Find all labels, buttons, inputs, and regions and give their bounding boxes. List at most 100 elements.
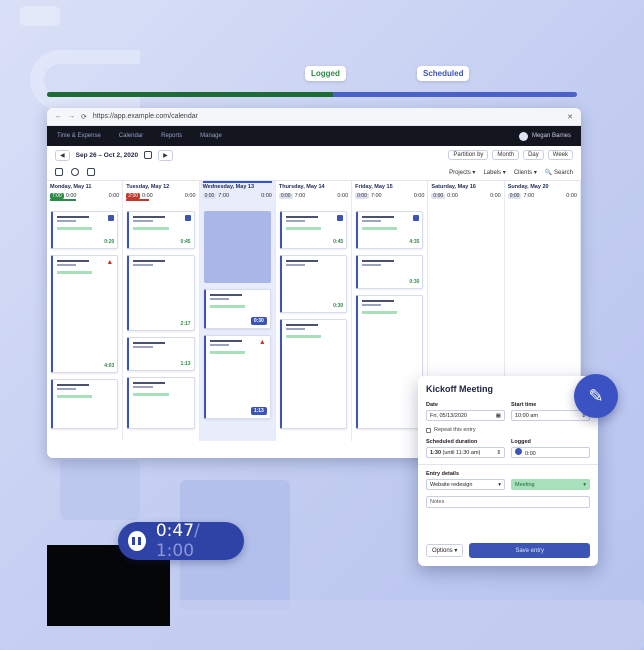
entry-duration: 0:45 [333,239,344,245]
date-field[interactable]: Fri, 05/13/2020 ▦ [426,410,505,421]
view-week-button[interactable]: Week [547,150,573,160]
time-entry-card[interactable]: 0:30 [279,255,348,313]
logged-field[interactable]: 0:00 [511,447,590,458]
time-entry-card[interactable]: 2:17 [127,255,195,331]
calendar-icon[interactable] [144,151,153,159]
entry-duration: 0:45 [180,239,191,245]
labels-filter[interactable]: Labels ▾ [483,169,505,176]
time-entry-card[interactable]: 0:30 [356,255,424,289]
logged-value: 0:00 [525,451,536,457]
drag-placeholder[interactable] [203,211,271,283]
day-value: 7:00 [218,193,230,199]
back-icon[interactable]: ← [55,113,62,120]
time-entry-card[interactable]: ▲ 4:03 [51,255,119,373]
nav-item-reports[interactable]: Reports [161,133,182,139]
entry-duration: 1:13 [180,361,191,367]
time-entry-card[interactable] [127,377,195,429]
day-value: 7:00 [294,193,306,199]
time-entry-card[interactable]: 0:45 [127,211,195,249]
timer-toggle-icon[interactable] [515,448,522,455]
next-week-button[interactable]: ▶ [158,149,173,161]
logged-bar [50,199,77,201]
day-column[interactable]: Wednesday, May 13 0:00 7:00 0:00 0:30 ▲ 1:1… [199,181,276,441]
nav-item-time-expense[interactable]: Time & Expense [57,133,101,139]
time-entry-card[interactable]: 0:45 [279,211,348,249]
partition-select[interactable]: Partition by [448,150,489,160]
scheduled-duration-field[interactable]: 1:30 (until 11:30 am) ⇕ [426,447,505,458]
save-entry-button[interactable]: Save entry [469,543,590,558]
user-name: Megan Barnes [531,133,571,139]
time-progress-bar [47,92,577,97]
day-total: 0:00 [184,193,196,199]
user-menu[interactable]: Megan Barnes [518,131,571,141]
forward-icon[interactable]: → [68,113,75,120]
settings-icon[interactable] [71,168,79,176]
project-select[interactable]: Website redesign ▾ [426,479,505,490]
notes-field[interactable]: Notes [426,496,590,508]
entry-icon [184,215,191,221]
day-column[interactable]: Friday, May 15 0:00 7:00 0:00 4:35 0:30 [352,181,429,441]
view-day-button[interactable]: Day [523,150,544,160]
clients-filter[interactable]: Clients ▾ [514,169,537,176]
day-column[interactable]: Tuesday, May 12 2:00 0:00 0:00 0:45 2:17 1… [123,181,200,441]
entry-duration: 0:30 [409,279,420,285]
day-tag: 0:00 [278,193,293,199]
grid-view-icon[interactable] [55,168,63,176]
label-select[interactable]: Meeting ▾ [511,479,590,490]
time-entry-card[interactable] [356,295,424,429]
nav-item-calendar[interactable]: Calendar [119,133,143,139]
day-tag: 0:00 [431,193,446,199]
reload-icon[interactable]: ⟳ [81,113,87,121]
day-title: Monday, May 11 [50,184,92,190]
edit-button[interactable]: ✎ [574,374,618,418]
time-entry-card[interactable]: ▲ 1:13 [203,335,271,419]
options-button[interactable]: Options ▾ [426,544,464,557]
time-entry-card[interactable]: 0:30 [203,289,271,329]
time-entry-card[interactable] [51,379,119,429]
entry-duration: 0:20 [104,239,115,245]
day-tag: 0:00 [355,193,369,199]
day-total: 0:00 [108,193,120,199]
entry-icon [337,215,344,221]
time-entry-card[interactable]: 4:35 [356,211,424,249]
decor-shape [20,6,60,26]
project-value: Website redesign [430,481,473,488]
pause-button[interactable] [128,531,146,551]
scheduled-duration-value: 1:30 [430,449,442,456]
projects-filter[interactable]: Projects ▾ [449,169,475,176]
chevron-down-icon: ▾ [498,481,501,488]
nav-item-manage[interactable]: Manage [200,133,222,139]
day-tag: 0:00 [507,193,522,199]
label-value: Meeting [515,481,535,488]
app-nav-bar: Time & Expense Calendar Reports Manage M… [47,126,581,146]
close-icon[interactable]: ✕ [567,113,573,121]
calendar-icon: ▦ [495,412,501,419]
entry-duration: 2:17 [180,321,191,327]
day-header: Monday, May 11 7:00 0:00 0:00 [50,184,119,206]
chevron-down-icon: ▾ [583,481,586,488]
view-month-button[interactable]: Month [492,150,520,160]
day-header: Friday, May 15 0:00 7:00 0:00 [355,184,424,206]
day-column[interactable]: Thursday, May 14 0:00 7:00 0:00 0:45 0:30 [276,181,353,441]
day-title: Thursday, May 14 [278,184,325,190]
time-entry-card[interactable] [279,319,348,429]
day-title: Tuesday, May 12 [126,184,170,190]
logged-label: Logged [305,66,346,81]
time-entry-card[interactable]: 0:20 [51,211,119,249]
prev-week-button[interactable]: ◀ [55,149,70,161]
repeat-checkbox[interactable]: Repeat this entry [426,427,590,433]
entry-icon [108,215,115,221]
date-label: Date [426,402,438,408]
pencil-icon: ✎ [588,385,604,406]
day-header: Thursday, May 14 0:00 7:00 0:00 [278,184,349,206]
pause-icon [132,537,136,545]
day-header: Tuesday, May 12 2:00 0:00 0:00 [126,184,196,206]
list-view-icon[interactable] [87,168,95,176]
url-field[interactable]: https://app.example.com/calendar [93,113,561,120]
search-button[interactable]: 🔍 Search [545,169,573,176]
start-time-field[interactable]: 10:00 am ⇕ [511,410,590,421]
avatar [518,131,528,141]
day-column[interactable]: Monday, May 11 7:00 0:00 0:00 0:20 ▲ 4:03 [47,181,124,441]
time-entry-card[interactable]: 1:13 [127,337,195,371]
day-total: 0:00 [337,193,349,199]
